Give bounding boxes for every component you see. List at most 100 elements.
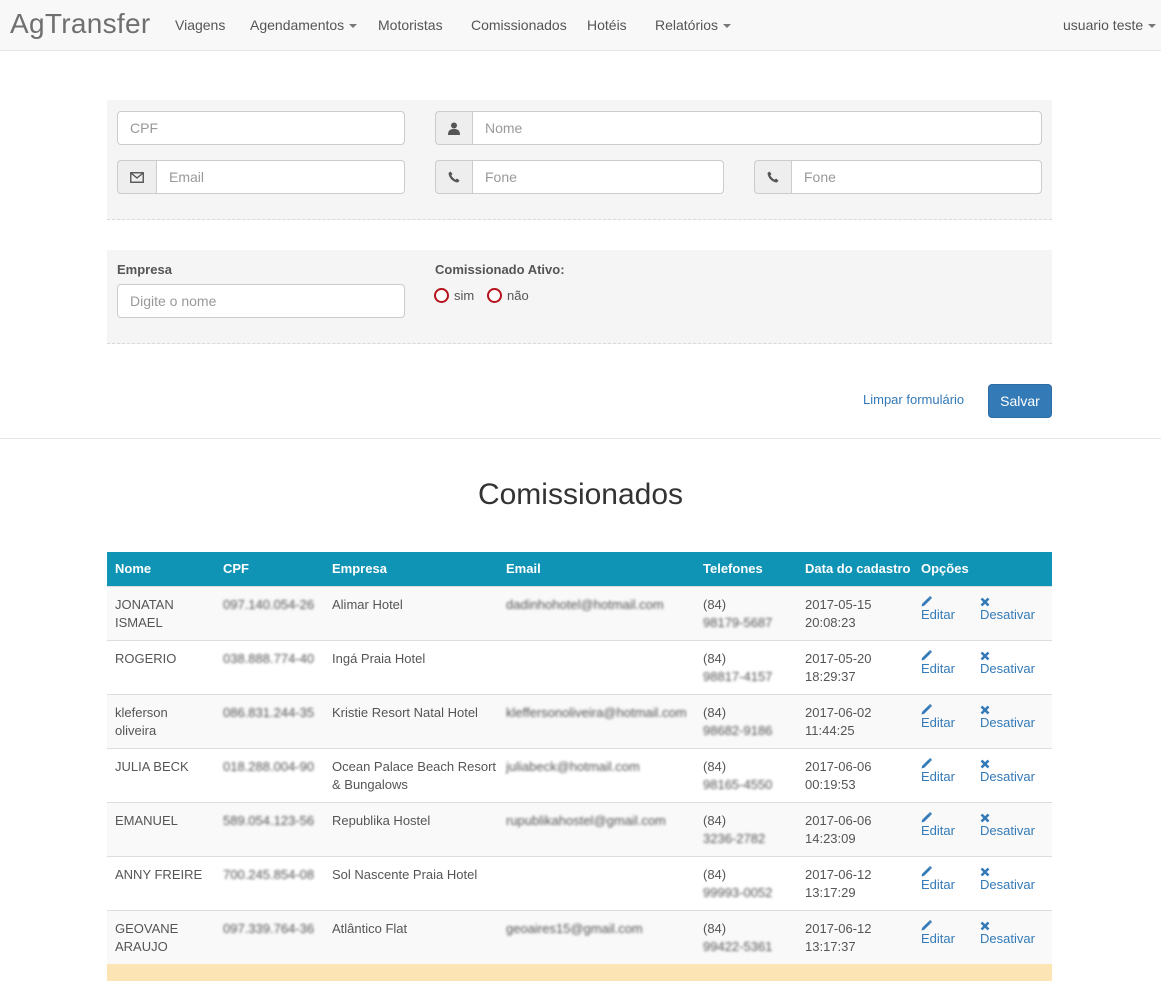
- edit-button[interactable]: Editar: [921, 594, 955, 624]
- page-title: Comissionados: [477, 478, 684, 511]
- nav-agendamentos[interactable]: Agendamentos: [250, 17, 358, 33]
- edit-button[interactable]: Editar: [921, 756, 955, 786]
- close-icon: [980, 918, 1035, 931]
- deactivate-button[interactable]: Desativar: [980, 864, 1035, 894]
- cell-nome: kleferson oliveira: [115, 705, 168, 738]
- cell-tel: (84) 98817-4157: [703, 651, 773, 684]
- table-row: GEOVANE ARAUJO 097.339.764-36 Atlântico Fla…: [107, 910, 1052, 964]
- edit-label: Editar: [921, 823, 955, 838]
- nav-comissionados[interactable]: Comissionados: [471, 17, 567, 33]
- cell-empresa: Republika Hostel: [332, 813, 431, 828]
- fone1-input[interactable]: Fone: [472, 160, 724, 194]
- nav-viagens[interactable]: Viagens: [175, 17, 225, 33]
- header-cpf: CPF: [223, 561, 249, 576]
- navbar: AgTransfer Viagens Agendamentos Motorist…: [0, 0, 1161, 51]
- deactivate-button[interactable]: Desativar: [980, 810, 1035, 840]
- fone2-input[interactable]: Fone: [791, 160, 1042, 194]
- phone-icon: [435, 160, 472, 194]
- table-row: JULIA BECK 018.288.004-90 Ocean Palace Bea…: [107, 748, 1052, 802]
- cell-data: 2017-06-12 13:17:29: [805, 867, 872, 900]
- pencil-icon: [921, 756, 955, 769]
- deactivate-button[interactable]: Desativar: [980, 594, 1035, 624]
- deactivate-button[interactable]: Desativar: [980, 918, 1035, 948]
- cell-cpf: 097.140.054-26: [223, 597, 315, 612]
- deactivate-label: Desativar: [980, 661, 1035, 676]
- table-row: ROGERIO 038.888.774-40 Ingá Praia Hotel (84…: [107, 640, 1052, 694]
- clear-form-link[interactable]: Limpar formulário: [863, 392, 964, 407]
- radio-sim[interactable]: sim: [434, 288, 474, 303]
- header-nome: Nome: [115, 561, 152, 576]
- ativo-label: Comissionado Ativo:: [435, 262, 565, 277]
- nome-input-group: Nome: [435, 111, 1042, 145]
- empresa-label: Empresa: [117, 262, 172, 277]
- nav-motoristas[interactable]: Motoristas: [378, 17, 443, 33]
- caret-down-icon: [723, 24, 732, 29]
- nav-hoteis[interactable]: Hotéis: [587, 17, 627, 33]
- deactivate-button[interactable]: Desativar: [980, 648, 1035, 678]
- cell-tel: (84) 99993-0052: [703, 867, 773, 900]
- fone1-input-group: Fone: [435, 160, 724, 194]
- close-icon: [980, 594, 1035, 607]
- caret-down-icon: [1148, 24, 1157, 29]
- deactivate-button[interactable]: Desativar: [980, 702, 1035, 732]
- edit-button[interactable]: Editar: [921, 864, 955, 894]
- cell-empresa: Atlântico Flat: [332, 921, 408, 936]
- cell-data: 2017-06-06 00:19:53: [805, 759, 872, 792]
- cell-data: 2017-06-02 11:44:25: [805, 705, 872, 738]
- deactivate-label: Desativar: [980, 715, 1035, 730]
- caret-down-icon: [349, 24, 358, 29]
- cell-data: 2017-06-12 13:17:37: [805, 921, 872, 954]
- cell-tel: (84) 3236-2782: [703, 813, 766, 846]
- cell-empresa: Ingá Praia Hotel: [332, 651, 426, 666]
- deactivate-label: Desativar: [980, 931, 1035, 946]
- deactivate-label: Desativar: [980, 823, 1035, 838]
- cell-empresa: Ocean Palace Beach Resort & Bungalows: [332, 759, 497, 792]
- brand-logo[interactable]: AgTransfer: [10, 8, 150, 40]
- cell-tel: (84) 98179-5687: [703, 597, 773, 630]
- table-row: JONATAN ISMAEL 097.140.054-26 Alimar Hotel d…: [107, 586, 1052, 640]
- edit-label: Editar: [921, 931, 955, 946]
- email-input-group: Email: [117, 160, 405, 194]
- cell-tel: (84) 98682-9186: [703, 705, 773, 738]
- empresa-input[interactable]: Digite o nome: [117, 284, 405, 318]
- header-data: Data do cadastro: [805, 561, 911, 576]
- cell-cpf: 018.288.004-90: [223, 759, 315, 774]
- close-icon: [980, 864, 1035, 877]
- table-header: Nome CPF Empresa Email Telefones Data do…: [107, 552, 1052, 586]
- user-menu[interactable]: usuario teste: [1063, 17, 1157, 33]
- deactivate-button[interactable]: Desativar: [980, 756, 1035, 786]
- edit-button[interactable]: Editar: [921, 648, 955, 678]
- close-icon: [980, 648, 1035, 661]
- cell-cpf: 097.339.764-36: [223, 921, 315, 936]
- pencil-icon: [921, 918, 955, 931]
- cpf-input[interactable]: CPF: [117, 111, 405, 145]
- cell-nome: GEOVANE ARAUJO: [115, 921, 179, 954]
- cell-nome: ANNY FREIRE: [115, 867, 203, 882]
- header-email: Email: [506, 561, 541, 576]
- edit-button[interactable]: Editar: [921, 702, 955, 732]
- close-icon: [980, 702, 1035, 715]
- cell-cpf: 038.888.774-40: [223, 651, 315, 666]
- nome-input[interactable]: Nome: [472, 111, 1042, 145]
- cell-tel: (84) 98165-4550: [703, 759, 773, 792]
- edit-button[interactable]: Editar: [921, 810, 955, 840]
- header-opcoes: Opções: [921, 561, 969, 576]
- cell-email: dadinhohotel@hotmail.com: [506, 597, 664, 612]
- deactivate-label: Desativar: [980, 877, 1035, 892]
- cell-cpf: 700.245.854-08: [223, 867, 315, 882]
- radio-nao[interactable]: não: [487, 288, 529, 303]
- edit-label: Editar: [921, 661, 955, 676]
- radio-circle-icon: [487, 288, 502, 303]
- cell-email: juliabeck@hotmail.com: [506, 759, 640, 774]
- nav-relatorios[interactable]: Relatórios: [655, 17, 732, 33]
- deactivate-label: Desativar: [980, 769, 1035, 784]
- edit-button[interactable]: Editar: [921, 918, 955, 948]
- cell-email: rupublikahostel@gmail.com: [506, 813, 666, 828]
- email-input[interactable]: Email: [156, 160, 405, 194]
- save-button[interactable]: Salvar: [988, 384, 1052, 418]
- edit-label: Editar: [921, 607, 955, 622]
- table-row: ANNY FREIRE 700.245.854-08 Sol Nascente Pr…: [107, 856, 1052, 910]
- edit-label: Editar: [921, 715, 955, 730]
- cell-data: 2017-05-20 18:29:37: [805, 651, 872, 684]
- user-icon: [435, 111, 472, 145]
